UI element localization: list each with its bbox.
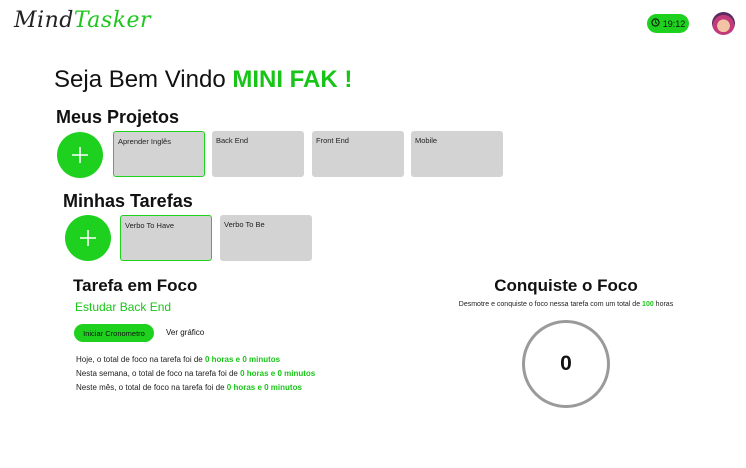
task-card-label: Verbo To Be xyxy=(224,220,265,229)
focus-task-name: Estudar Back End xyxy=(75,300,172,314)
stat-month: Neste mês, o total de foco na tarefa foi… xyxy=(76,383,302,392)
focus-counter-value: 0 xyxy=(560,352,572,375)
user-name: MINI FAK ! xyxy=(232,66,353,93)
stat-text: Neste mês, o total de foco na tarefa foi… xyxy=(76,383,227,392)
clock-icon xyxy=(651,18,660,29)
project-card-label: Aprender Inglês xyxy=(118,137,171,146)
project-card-label: Front End xyxy=(316,136,349,145)
task-card[interactable]: Verbo To Have xyxy=(120,215,212,261)
plus-icon xyxy=(72,147,88,163)
stat-text: Nesta semana, o total de foco na tarefa … xyxy=(76,369,241,378)
project-card[interactable]: Back End xyxy=(212,131,304,177)
welcome-heading: Seja Bem Vindo MINI FAK ! xyxy=(54,66,352,94)
stat-value: 0 horas e 0 minutos xyxy=(226,383,302,392)
task-card-label: Verbo To Have xyxy=(125,221,175,230)
start-timer-button[interactable]: Iniciar Cronometro xyxy=(74,324,154,342)
avatar[interactable] xyxy=(712,12,735,35)
project-card[interactable]: Aprender Inglês xyxy=(113,131,205,177)
stat-text: Hoje, o total de foco na tarefa foi de xyxy=(76,355,205,364)
task-card[interactable]: Verbo To Be xyxy=(220,215,312,261)
project-card-label: Back End xyxy=(216,136,249,145)
stat-value: 0 horas e 0 minutos xyxy=(240,369,316,378)
add-project-button[interactable] xyxy=(57,132,103,178)
view-chart-link[interactable]: Ver gráfico xyxy=(166,328,204,337)
conquer-title: Conquiste o Foco xyxy=(494,276,638,295)
timer-value: 19:12 xyxy=(662,18,686,29)
logo-text-tasker: Tasker xyxy=(73,8,152,33)
timer-badge[interactable]: 19:12 xyxy=(647,14,689,33)
logo-text-mind: Mind xyxy=(14,8,74,33)
conquer-subtitle: Desmotre e conquiste o foco nessa tarefa… xyxy=(430,301,702,308)
welcome-prefix: Seja Bem Vindo xyxy=(54,66,233,93)
plus-icon xyxy=(80,230,96,246)
add-task-button[interactable] xyxy=(65,215,111,261)
project-card[interactable]: Mobile xyxy=(411,131,503,177)
conquer-subtitle-suffix: horas xyxy=(653,301,674,308)
projects-title: Meus Projetos xyxy=(56,107,180,127)
focus-title: Tarefa em Foco xyxy=(73,276,198,295)
stat-today: Hoje, o total de foco na tarefa foi de 0… xyxy=(76,355,280,364)
conquer-subtitle-prefix: Desmotre e conquiste o foco nessa tarefa… xyxy=(458,301,643,308)
tasks-title: Minhas Tarefas xyxy=(63,191,193,211)
app-logo[interactable]: MindTasker xyxy=(14,8,151,33)
project-card-label: Mobile xyxy=(415,136,438,145)
focus-counter-ring: 0 xyxy=(522,320,610,408)
conquer-hours: 100 xyxy=(642,301,654,308)
stat-value: 0 horas e 0 minutos xyxy=(204,355,281,364)
project-card[interactable]: Front End xyxy=(312,131,404,177)
stat-week: Nesta semana, o total de foco na tarefa … xyxy=(76,369,315,378)
